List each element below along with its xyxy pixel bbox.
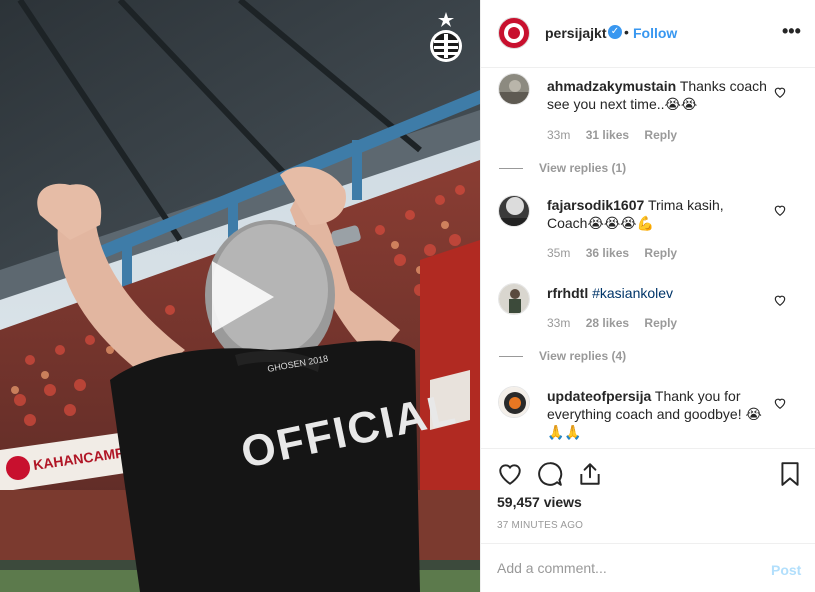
heart-icon[interactable]	[773, 293, 787, 307]
separator-dot: •	[624, 24, 629, 40]
post-actions: 59,457 views 37 MINUTES AGO	[481, 448, 815, 546]
reply-button[interactable]: Reply	[644, 128, 677, 142]
comment-likes[interactable]: 28 likes	[586, 316, 629, 330]
heart-icon[interactable]	[773, 203, 787, 217]
comment-time[interactable]: 35m	[547, 246, 570, 260]
comment-likes[interactable]: 31 likes	[586, 128, 629, 142]
comment-time[interactable]: 33m	[547, 316, 570, 330]
heart-icon[interactable]	[773, 396, 787, 410]
verified-icon: ✓	[608, 25, 622, 39]
post-panel: persijajkt ✓ • Follow ••• ahmadzakymusta…	[480, 0, 815, 592]
bookmark-icon[interactable]	[777, 461, 803, 487]
more-options-icon[interactable]: •••	[782, 22, 801, 40]
view-count[interactable]: 59,457 views	[497, 494, 582, 510]
comment-list[interactable]: ahmadzakymustain Thanks coach see you ne…	[481, 69, 815, 447]
replies-line	[499, 168, 523, 170]
reply-button[interactable]: Reply	[644, 246, 677, 260]
comment-username[interactable]: updateofpersija	[547, 388, 651, 404]
header-username[interactable]: persijajkt	[545, 25, 606, 41]
club-logo	[430, 12, 462, 62]
comment-avatar[interactable]	[498, 283, 530, 315]
comment-avatar[interactable]	[498, 386, 530, 418]
play-icon[interactable]	[200, 257, 280, 337]
comment-avatar[interactable]	[498, 73, 530, 105]
post-button[interactable]: Post	[771, 562, 801, 578]
like-heart-icon[interactable]	[497, 461, 523, 487]
avatar[interactable]	[498, 17, 530, 49]
follow-button[interactable]: Follow	[633, 25, 677, 41]
view-replies-button[interactable]: View replies (4)	[499, 349, 626, 363]
comment-avatar[interactable]	[498, 195, 530, 227]
replies-line	[499, 356, 523, 358]
heart-icon[interactable]	[773, 85, 787, 99]
comment-username[interactable]: rfrhdtl	[547, 285, 588, 301]
comment-username[interactable]: ahmadzakymustain	[547, 78, 676, 94]
post-video[interactable]: KAHANCAMPEL GHOSEN 2018 OFFICIAL	[0, 0, 480, 592]
view-replies-label: View replies (4)	[539, 349, 627, 363]
post-header: persijajkt ✓ • Follow •••	[481, 0, 815, 68]
comment-time[interactable]: 33m	[547, 128, 570, 142]
comment-bubble-icon[interactable]	[537, 461, 563, 487]
post-timestamp[interactable]: 37 MINUTES AGO	[497, 520, 583, 531]
reply-button[interactable]: Reply	[644, 316, 677, 330]
add-comment-bar: Post	[481, 543, 815, 592]
comment-hashtag[interactable]: #kasiankolev	[592, 285, 673, 301]
comment-input[interactable]	[497, 558, 747, 578]
view-replies-label: View replies (1)	[539, 161, 627, 175]
view-replies-button[interactable]: View replies (1)	[499, 161, 626, 175]
comment-likes[interactable]: 36 likes	[586, 246, 629, 260]
comment-username[interactable]: fajarsodik1607	[547, 197, 644, 213]
share-icon[interactable]	[577, 461, 603, 487]
